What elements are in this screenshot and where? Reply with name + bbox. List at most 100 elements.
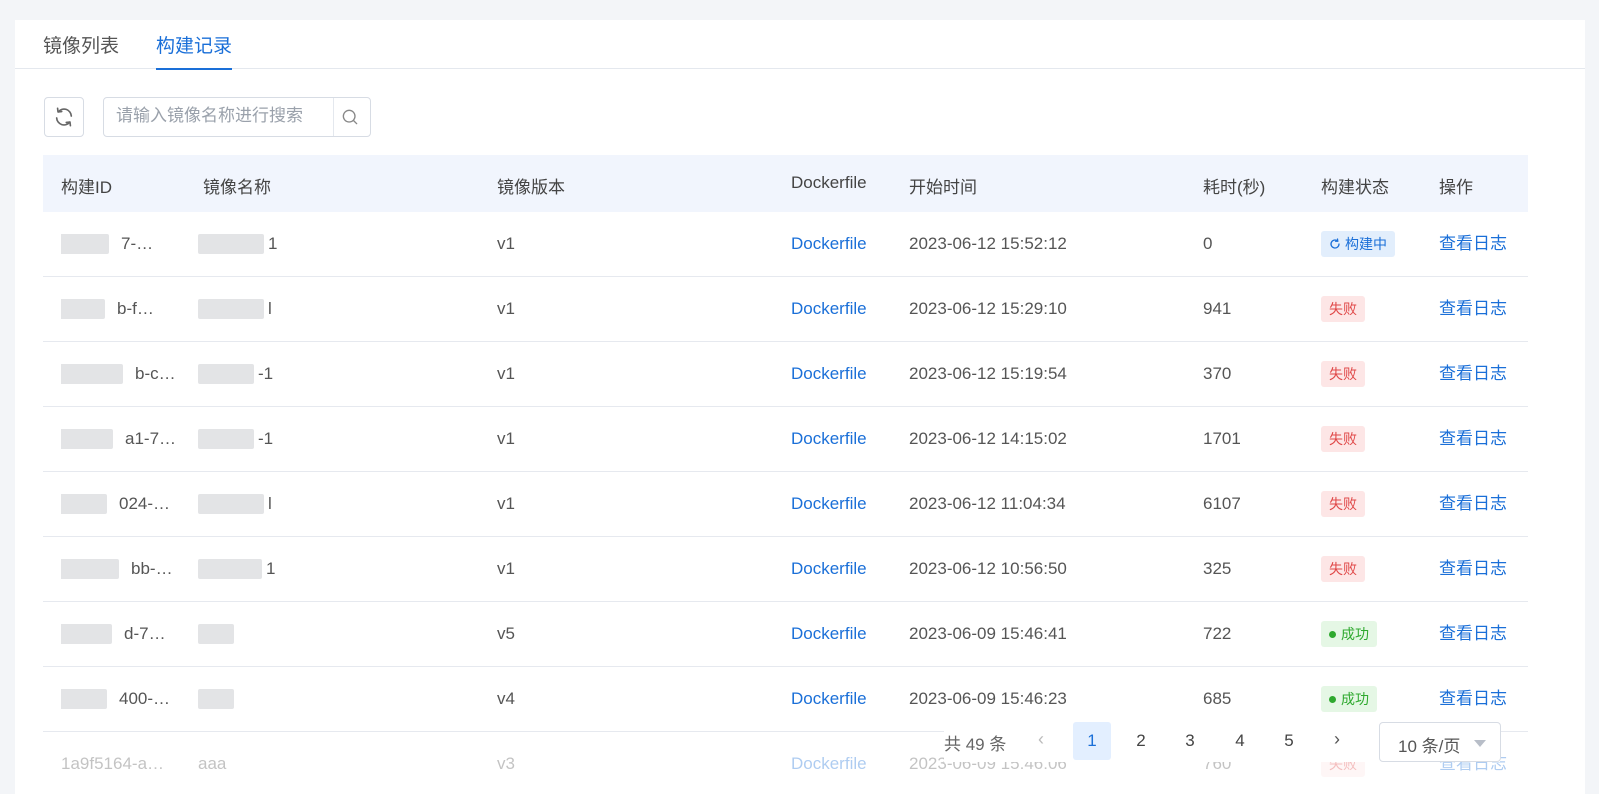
tab-build-records[interactable]: 构建记录 bbox=[156, 31, 233, 70]
cell-build-id: 400-… bbox=[61, 667, 186, 731]
status-badge: 构建中 bbox=[1321, 231, 1395, 257]
page-size-select[interactable]: 10 条/页 bbox=[1379, 722, 1501, 762]
success-dot-icon bbox=[1329, 630, 1336, 638]
page-size-label: 10 条/页 bbox=[1398, 737, 1461, 756]
view-log-link[interactable]: 查看日志 bbox=[1439, 472, 1529, 536]
cell-build-id: 1a9f5164-a… bbox=[61, 732, 186, 794]
cell-image-version: v1 bbox=[497, 364, 515, 383]
dockerfile-link[interactable]: Dockerfile bbox=[791, 342, 901, 406]
cell-build-id: bb-… bbox=[61, 537, 186, 601]
cell-build-status: 成功 bbox=[1321, 602, 1431, 666]
build-id-text: b-f… bbox=[117, 299, 154, 318]
cell-image-name: -1 bbox=[198, 407, 458, 471]
dockerfile-link[interactable]: Dockerfile bbox=[791, 472, 901, 536]
cell-duration: 325 bbox=[1203, 559, 1232, 578]
cell-start-time: 2023-06-12 15:52:12 bbox=[909, 234, 1067, 253]
refresh-button[interactable] bbox=[44, 97, 84, 137]
image-name-text: -1 bbox=[258, 364, 274, 383]
cell-image-name: -1 bbox=[198, 342, 458, 406]
search-divider bbox=[333, 98, 334, 136]
image-name-text: 1 bbox=[268, 234, 278, 253]
image-name-text: l bbox=[268, 299, 272, 318]
cell-duration: 941 bbox=[1203, 299, 1232, 318]
cell-build-id: 024-… bbox=[61, 472, 186, 536]
redacted-id-mask bbox=[61, 624, 112, 644]
status-text: 构建中 bbox=[1345, 236, 1387, 252]
cell-image-name: aaa bbox=[198, 732, 458, 794]
cell-image-version: v1 bbox=[497, 429, 515, 448]
view-log-link[interactable]: 查看日志 bbox=[1439, 602, 1529, 666]
status-badge: 失败 bbox=[1321, 556, 1365, 582]
pagination-page-2[interactable]: 2 bbox=[1122, 722, 1160, 760]
view-log-link[interactable]: 查看日志 bbox=[1439, 537, 1529, 601]
status-text: 失败 bbox=[1329, 431, 1357, 447]
status-text: 失败 bbox=[1329, 301, 1357, 317]
cell-build-status: 失败 bbox=[1321, 342, 1431, 406]
redacted-id-mask bbox=[61, 429, 113, 449]
redacted-id-mask bbox=[61, 559, 119, 579]
header-build-status: 构建状态 bbox=[1321, 178, 1389, 197]
search-input[interactable] bbox=[104, 98, 352, 134]
loading-icon bbox=[1330, 238, 1340, 249]
build-id-text: 024-… bbox=[119, 494, 171, 513]
cell-image-version: v1 bbox=[497, 299, 515, 318]
image-name-text: aaa bbox=[198, 754, 227, 773]
status-text: 失败 bbox=[1329, 561, 1357, 577]
header-duration: 耗时(秒) bbox=[1203, 178, 1266, 197]
tab-image-list[interactable]: 镜像列表 bbox=[43, 31, 119, 68]
view-log-link[interactable]: 查看日志 bbox=[1439, 277, 1529, 341]
cell-build-status: 构建中 bbox=[1321, 212, 1431, 276]
cell-duration: 6107 bbox=[1203, 494, 1241, 513]
dockerfile-link[interactable]: Dockerfile bbox=[791, 537, 901, 601]
dockerfile-link[interactable]: Dockerfile bbox=[791, 212, 901, 276]
pagination-prev-button[interactable]: ‹ bbox=[1038, 729, 1044, 750]
redacted-name-mask bbox=[198, 234, 264, 254]
cell-image-version: v3 bbox=[497, 754, 515, 773]
view-log-link[interactable]: 查看日志 bbox=[1439, 407, 1529, 471]
pagination-page-3[interactable]: 3 bbox=[1171, 722, 1209, 760]
dockerfile-link[interactable]: Dockerfile bbox=[791, 277, 901, 341]
cell-duration: 1701 bbox=[1203, 429, 1241, 448]
table-row: 024-… l v1 Dockerfile 2023-06-12 11:04:34 610… bbox=[43, 472, 1528, 537]
search-icon[interactable] bbox=[340, 107, 360, 127]
pagination-page-4[interactable]: 4 bbox=[1221, 722, 1259, 760]
pagination-next-button[interactable]: › bbox=[1334, 729, 1340, 750]
build-id-text: 400-… bbox=[119, 689, 171, 708]
redacted-id-mask bbox=[61, 364, 123, 384]
tab-bar: 镜像列表 构建记录 bbox=[15, 20, 1585, 70]
build-records-card: 镜像列表 构建记录 构建ID 镜像名称 镜像版本 Dockerfile bbox=[15, 20, 1585, 794]
dockerfile-link[interactable]: Dockerfile bbox=[791, 732, 901, 794]
cell-build-id: b-f… bbox=[61, 277, 186, 341]
cell-image-version: v1 bbox=[497, 559, 515, 578]
view-log-link[interactable]: 查看日志 bbox=[1439, 212, 1529, 276]
build-id-text: 1a9f5164-a… bbox=[61, 754, 165, 773]
build-id-text: a1-7… bbox=[125, 429, 177, 448]
dockerfile-link[interactable]: Dockerfile bbox=[791, 602, 901, 666]
status-badge: 失败 bbox=[1321, 361, 1365, 387]
header-image-version: 镜像版本 bbox=[497, 178, 565, 197]
pagination-total: 共 49 条 bbox=[944, 735, 1007, 754]
dockerfile-link[interactable]: Dockerfile bbox=[791, 407, 901, 471]
cell-image-version: v4 bbox=[497, 689, 515, 708]
cell-image-version: v5 bbox=[497, 624, 515, 643]
build-records-table: 构建ID 镜像名称 镜像版本 Dockerfile 开始时间 耗时(秒) 构建状… bbox=[43, 155, 1528, 794]
dockerfile-link[interactable]: Dockerfile bbox=[791, 667, 901, 731]
cell-build-id: 7-… bbox=[61, 212, 186, 276]
pagination: 共 49 条 ‹ 1 2 3 4 5 › 10 条/页 bbox=[944, 720, 1501, 762]
view-log-link[interactable]: 查看日志 bbox=[1439, 342, 1529, 406]
table-row: b-f… l v1 Dockerfile 2023-06-12 15:29:10 941 失… bbox=[43, 277, 1528, 342]
cell-build-status: 失败 bbox=[1321, 537, 1431, 601]
table-row: a1-7… -1 v1 Dockerfile 2023-06-12 14:15:02 17… bbox=[43, 407, 1528, 472]
table-body: 7-… 1 v1 Dockerfile 2023-06-12 15:52:12 0 构建中查… bbox=[43, 212, 1528, 794]
cell-image-name bbox=[198, 602, 458, 666]
status-badge: 成功 bbox=[1321, 686, 1377, 712]
redacted-name-mask bbox=[198, 364, 254, 384]
cell-build-status: 失败 bbox=[1321, 407, 1431, 471]
cell-build-status: 失败 bbox=[1321, 472, 1431, 536]
pagination-page-5[interactable]: 5 bbox=[1270, 722, 1308, 760]
redacted-id-mask bbox=[61, 494, 107, 514]
pagination-page-1[interactable]: 1 bbox=[1073, 722, 1111, 760]
table-row: d-7… v5 Dockerfile 2023-06-09 15:46:41 722 成功… bbox=[43, 602, 1528, 667]
redacted-id-mask bbox=[61, 299, 105, 319]
cell-build-status: 失败 bbox=[1321, 277, 1431, 341]
